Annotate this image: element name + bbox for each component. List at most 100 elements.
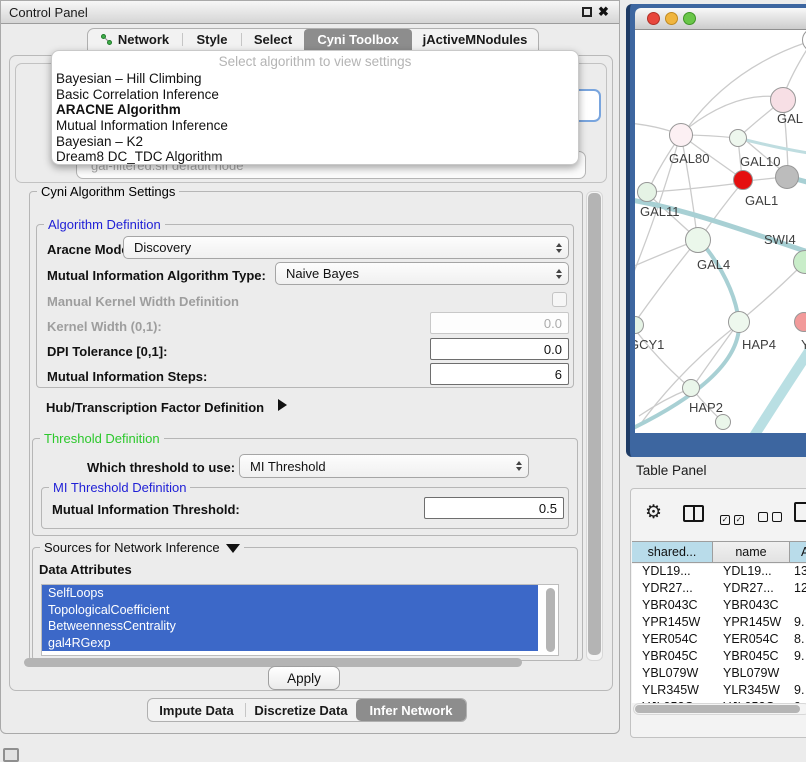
network-node-label: Y	[801, 337, 806, 352]
close-traffic-light[interactable]	[647, 12, 660, 25]
close-icon[interactable]: ✖	[598, 4, 609, 20]
table-header-row: shared... name A	[632, 541, 806, 563]
screen: Control Panel ✖ Network Style Select Cyn…	[0, 0, 806, 762]
table-panel-title: Table Panel	[636, 463, 707, 478]
deselect-all-columns-icon[interactable]	[758, 509, 786, 527]
dropdown-placeholder: Select algorithm to view settings	[52, 54, 578, 71]
control-panel-titlebar: Control Panel ✖	[1, 1, 619, 24]
network-node-label: GAL4	[697, 257, 730, 272]
which-threshold-label: Which threshold to use:	[87, 460, 235, 475]
algorithm-dropdown: Select algorithm to view settings Bayesi…	[51, 50, 579, 165]
select-all-columns-icon[interactable]: ✓✓	[720, 509, 748, 527]
network-node-label: GAL80	[669, 151, 709, 166]
network-node-gal11[interactable]	[637, 182, 657, 202]
apply-button[interactable]: Apply	[268, 666, 340, 690]
network-icon	[101, 34, 113, 46]
collapse-arrow-icon[interactable]	[226, 544, 240, 553]
minimized-panel-icon[interactable]	[3, 748, 19, 762]
table-row[interactable]: YPR145W YPR145W 9.	[632, 615, 806, 632]
float-window-icon[interactable]	[582, 7, 592, 17]
dropdown-item[interactable]: Mutual Information Inference	[52, 118, 578, 134]
new-table-icon[interactable]	[794, 502, 806, 522]
tab-infer-network[interactable]: Infer Network	[356, 699, 466, 721]
tab-jactivemnodules[interactable]: jActiveMNodules	[412, 29, 538, 50]
network-node-gal[interactable]	[770, 87, 796, 113]
tab-cyni-toolbox[interactable]: Cyni Toolbox	[304, 29, 412, 50]
gear-icon[interactable]: ⚙	[645, 501, 662, 524]
mi-threshold-label: Mutual Information Threshold:	[52, 502, 240, 517]
threshold-definition-group: Threshold Definition Which threshold to …	[32, 438, 578, 536]
network-node-gal10[interactable]	[729, 129, 747, 147]
network-node-gal4[interactable]	[685, 227, 711, 253]
aracne-mode-label: Aracne Mode:	[47, 242, 133, 257]
expand-arrow-icon[interactable]	[278, 399, 287, 411]
network-node-gal80[interactable]	[669, 123, 693, 147]
mi-steps-field[interactable]: 6	[430, 363, 569, 385]
aracne-mode-combo[interactable]: Discovery	[123, 236, 569, 259]
network-node[interactable]	[715, 414, 731, 430]
settings-vscrollbar[interactable]	[588, 193, 601, 655]
split-columns-icon[interactable]	[683, 505, 704, 522]
dropdown-item[interactable]: Basic Correlation Inference	[52, 87, 578, 103]
tab-impute-data[interactable]: Impute Data	[148, 699, 245, 721]
minimize-traffic-light[interactable]	[665, 12, 678, 25]
dpi-tolerance-field[interactable]: 0.0	[430, 338, 569, 360]
network-window-titlebar	[635, 8, 806, 30]
tab-network-label: Network	[118, 32, 169, 47]
manual-kernel-checkbox[interactable]	[552, 292, 567, 307]
dpi-tolerance-label: DPI Tolerance [0,1]:	[47, 344, 167, 359]
mi-threshold-field[interactable]: 0.5	[424, 497, 564, 519]
algorithm-definition-title: Algorithm Definition	[44, 217, 165, 232]
tab-network[interactable]: Network	[88, 29, 182, 50]
kernel-width-field[interactable]: 0.0	[430, 312, 569, 334]
network-view-window: GALGAL80GAL10GAL1GAL11GAL4SWI4GCY1HAP4YH…	[626, 4, 806, 457]
network-node-hap2[interactable]	[682, 379, 700, 397]
control-panel-window: Control Panel ✖ Network Style Select Cyn…	[0, 0, 620, 734]
attribute-item[interactable]: gal4RGexp	[42, 635, 538, 652]
attr-items: SelfLoopsTopologicalCoefficientBetweenne…	[42, 585, 558, 651]
dropdown-item-selected[interactable]: ARACNE Algorithm	[52, 102, 578, 118]
kernel-width-label: Kernel Width (0,1):	[47, 319, 162, 334]
sources-title: Sources for Network Inference	[40, 540, 244, 555]
network-node-gal1[interactable]	[733, 170, 753, 190]
network-node-label: GCY1	[635, 337, 664, 352]
network-canvas[interactable]: GALGAL80GAL10GAL1GAL11GAL4SWI4GCY1HAP4YH…	[635, 30, 806, 433]
table-hscrollbar[interactable]	[635, 705, 800, 713]
network-node[interactable]	[775, 165, 799, 189]
algorithm-definition-group: Algorithm Definition Aracne Mode: Discov…	[36, 224, 574, 388]
column-header-name[interactable]: name	[713, 542, 790, 562]
dropdown-item[interactable]: Bayesian – Hill Climbing	[52, 71, 578, 87]
bottom-tabs: Impute Data Discretize Data Infer Networ…	[147, 698, 467, 722]
attribute-item[interactable]: SelfLoops	[42, 585, 538, 602]
table-row[interactable]: YER054C YER054C 8.	[632, 632, 806, 649]
mi-threshold-title: MI Threshold Definition	[49, 480, 190, 495]
mi-type-combo[interactable]: Naive Bayes	[275, 262, 569, 285]
mi-type-label: Mutual Information Algorithm Type:	[47, 268, 266, 283]
stepper-icon	[556, 269, 562, 279]
table-row[interactable]: YDR27... YDR27... 12	[632, 581, 806, 598]
column-header-partial[interactable]: A	[790, 542, 806, 562]
column-header-shared-name[interactable]: shared...	[632, 542, 713, 562]
table-row[interactable]: YDL19... YDL19... 13	[632, 564, 806, 581]
table-row[interactable]: YLR345W YLR345W 9.	[632, 683, 806, 700]
table-panel: ⚙ ✓✓ shared... name A YDL19... YDL19... …	[630, 488, 806, 738]
tab-discretize-data[interactable]: Discretize Data	[246, 699, 356, 721]
table-row[interactable]: YBR043C YBR043C	[632, 598, 806, 615]
attribute-item[interactable]: TopologicalCoefficient	[42, 602, 538, 619]
attribute-item[interactable]: BetweennessCentrality	[42, 618, 538, 635]
network-node-hap4[interactable]	[728, 311, 750, 333]
network-node-label: HAP2	[689, 400, 723, 415]
dropdown-item[interactable]: Bayesian – K2	[52, 134, 578, 150]
dropdown-item[interactable]: Dream8 DC_TDC Algorithm	[52, 149, 578, 165]
zoom-traffic-light[interactable]	[683, 12, 696, 25]
table-row[interactable]: YBR045C YBR045C 9.	[632, 649, 806, 666]
network-node-label: GAL11	[640, 204, 680, 219]
stepper-icon	[516, 461, 522, 471]
tab-select[interactable]: Select	[242, 29, 304, 50]
table-row[interactable]: YBL079W YBL079W	[632, 666, 806, 683]
list-scrollbar[interactable]	[546, 588, 555, 652]
stepper-icon	[556, 243, 562, 253]
network-node-label: GAL	[777, 111, 803, 126]
which-threshold-combo[interactable]: MI Threshold	[239, 454, 529, 478]
tab-style[interactable]: Style	[183, 29, 241, 50]
